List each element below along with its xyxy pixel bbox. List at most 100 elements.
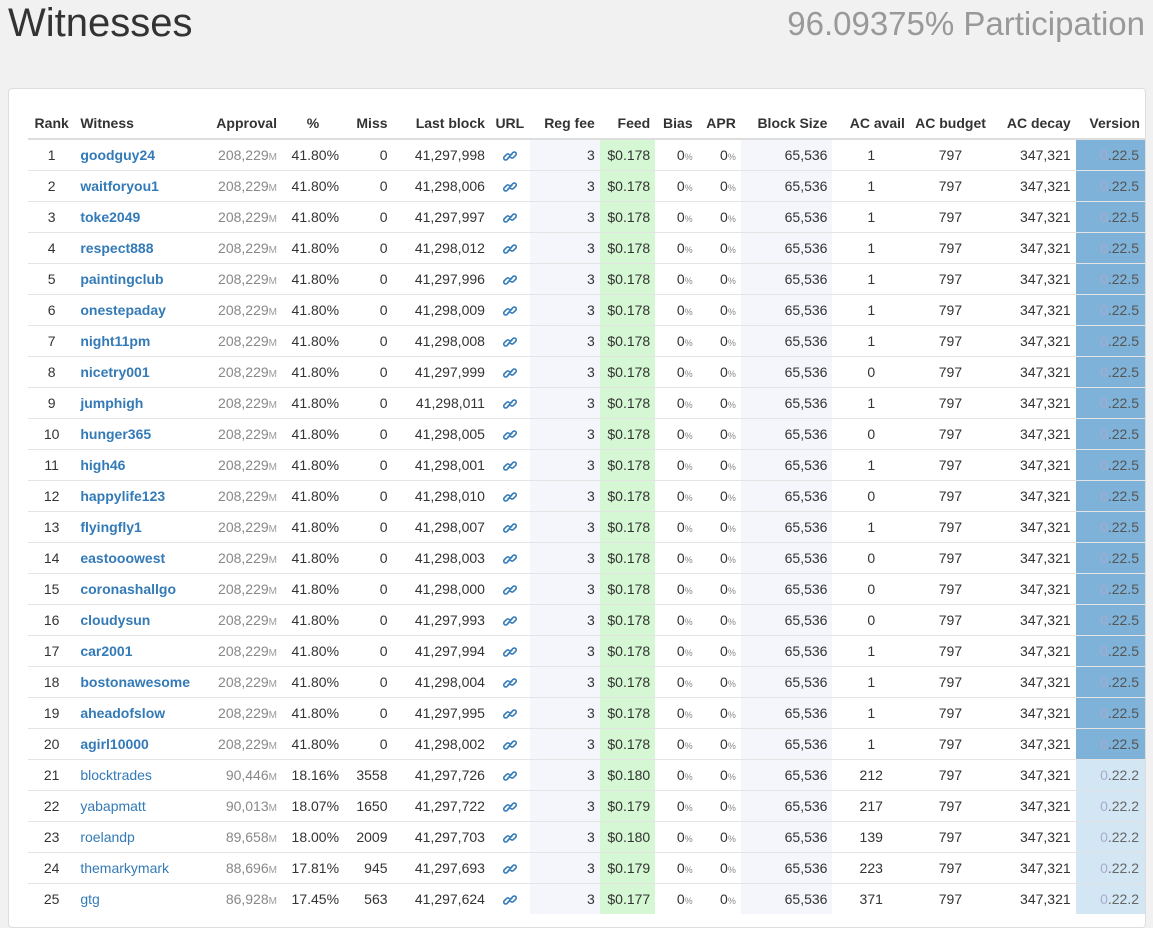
ac-avail-cell: 139 — [832, 820, 910, 852]
witness-link[interactable]: cloudysun — [80, 612, 150, 628]
link-icon[interactable] — [502, 273, 517, 287]
witness-link[interactable]: themarkymark — [80, 860, 169, 876]
witness-link[interactable]: paintingclub — [80, 271, 163, 287]
witness-link[interactable]: onestepaday — [80, 302, 166, 318]
witness-link[interactable]: car2001 — [80, 643, 132, 659]
link-icon[interactable] — [502, 707, 517, 721]
witness-link[interactable]: bostonawesome — [80, 674, 190, 690]
version-major: 0 — [1100, 270, 1108, 287]
witness-link[interactable]: gtg — [80, 891, 99, 907]
witness-link[interactable]: goodguy24 — [80, 147, 155, 163]
col-apr[interactable]: APR — [697, 107, 741, 140]
link-icon[interactable] — [502, 738, 517, 752]
link-icon[interactable] — [502, 242, 517, 256]
link-icon[interactable] — [502, 893, 517, 907]
link-icon[interactable] — [502, 769, 517, 783]
col-bias[interactable]: Bias — [655, 107, 698, 140]
link-icon[interactable] — [502, 149, 517, 163]
link-icon[interactable] — [502, 552, 517, 566]
witness-link[interactable]: flyingfly1 — [80, 519, 141, 535]
witness-link[interactable]: yabapmatt — [80, 798, 145, 814]
version-major: 0 — [1100, 673, 1108, 690]
link-icon[interactable] — [502, 862, 517, 876]
apr-unit: % — [727, 709, 736, 720]
apr-cell: 0% — [697, 789, 741, 821]
apr-cell: 0% — [697, 138, 741, 170]
col-version[interactable]: Version — [1075, 107, 1145, 140]
col-block-size[interactable]: Block Size — [740, 107, 833, 140]
link-icon[interactable] — [502, 366, 517, 380]
witness-link[interactable]: aheadofslow — [80, 705, 165, 721]
witness-link[interactable]: coronashallgo — [80, 581, 176, 597]
approval-cell: 208,229M — [203, 169, 282, 201]
witness-link[interactable]: nicetry001 — [80, 364, 149, 380]
reg-fee-cell: 3 — [529, 355, 600, 387]
miss-cell: 3558 — [344, 758, 393, 790]
link-icon[interactable] — [502, 397, 517, 411]
bias-cell: 0% — [655, 572, 698, 604]
link-icon[interactable] — [502, 614, 517, 628]
miss-cell: 0 — [344, 696, 393, 728]
col-rank[interactable]: Rank — [28, 107, 76, 140]
feed-cell: $0.178 — [599, 572, 656, 604]
link-icon[interactable] — [502, 583, 517, 597]
version-cell: 0.22.2 — [1075, 758, 1145, 790]
ac-decay-cell: 347,321 — [990, 572, 1076, 604]
col-approval[interactable]: Approval — [203, 107, 282, 140]
reg-fee-cell: 3 — [529, 820, 600, 852]
witness-link[interactable]: happylife123 — [80, 488, 165, 504]
witness-link[interactable]: hunger365 — [80, 426, 151, 442]
col-witness[interactable]: Witness — [75, 107, 204, 140]
link-icon[interactable] — [502, 676, 517, 690]
witness-link[interactable]: blocktrades — [80, 767, 152, 783]
link-icon[interactable] — [502, 304, 517, 318]
witness-link[interactable]: waitforyou1 — [80, 178, 159, 194]
col-ac-budget[interactable]: AC budget — [909, 107, 991, 140]
witness-link[interactable]: toke2049 — [80, 209, 140, 225]
block-size-cell: 65,536 — [740, 758, 833, 790]
link-icon[interactable] — [502, 831, 517, 845]
link-icon[interactable] — [502, 459, 517, 473]
link-icon[interactable] — [502, 800, 517, 814]
col-last-block[interactable]: Last block — [392, 107, 490, 140]
link-icon[interactable] — [502, 521, 517, 535]
link-icon[interactable] — [502, 335, 517, 349]
version-major: 0 — [1100, 766, 1108, 783]
apr-cell: 0% — [697, 634, 741, 666]
witness-link[interactable]: night11pm — [80, 333, 150, 349]
link-icon[interactable] — [502, 180, 517, 194]
link-icon[interactable] — [502, 428, 517, 442]
apr-value: 0 — [720, 456, 728, 473]
col-ac-decay[interactable]: AC decay — [990, 107, 1076, 140]
apr-cell: 0% — [697, 169, 741, 201]
version-minor: .22.5 — [1107, 611, 1139, 628]
link-icon[interactable] — [502, 490, 517, 504]
block-size-cell: 65,536 — [740, 820, 833, 852]
link-icon[interactable] — [502, 211, 517, 225]
approval-unit: M — [268, 275, 277, 287]
rank-cell: 11 — [28, 448, 76, 480]
version-major: 0 — [1100, 146, 1108, 163]
witness-link[interactable]: jumphigh — [80, 395, 143, 411]
url-cell — [489, 138, 530, 170]
witness-link[interactable]: eastooowest — [80, 550, 165, 566]
col-feed[interactable]: Feed — [599, 107, 656, 140]
col-miss[interactable]: Miss — [344, 107, 393, 140]
bias-unit: % — [684, 554, 693, 565]
version-cell: 0.22.5 — [1075, 231, 1145, 263]
col-url[interactable]: URL — [489, 107, 530, 140]
last-block-cell: 41,298,007 — [392, 510, 490, 542]
apr-value: 0 — [720, 549, 728, 566]
ac-budget-cell: 797 — [909, 665, 991, 697]
apr-cell: 0% — [697, 572, 741, 604]
rank-cell: 24 — [28, 851, 76, 883]
witness-link[interactable]: high46 — [80, 457, 125, 473]
col-ac-avail[interactable]: AC avail — [832, 107, 910, 140]
link-icon[interactable] — [502, 645, 517, 659]
col-reg-fee[interactable]: Reg fee — [529, 107, 600, 140]
witness-link[interactable]: agirl10000 — [80, 736, 149, 752]
witness-link[interactable]: roelandp — [80, 829, 135, 845]
witness-link[interactable]: respect888 — [80, 240, 153, 256]
apr-unit: % — [727, 647, 736, 658]
col-percent[interactable]: % — [281, 107, 345, 140]
